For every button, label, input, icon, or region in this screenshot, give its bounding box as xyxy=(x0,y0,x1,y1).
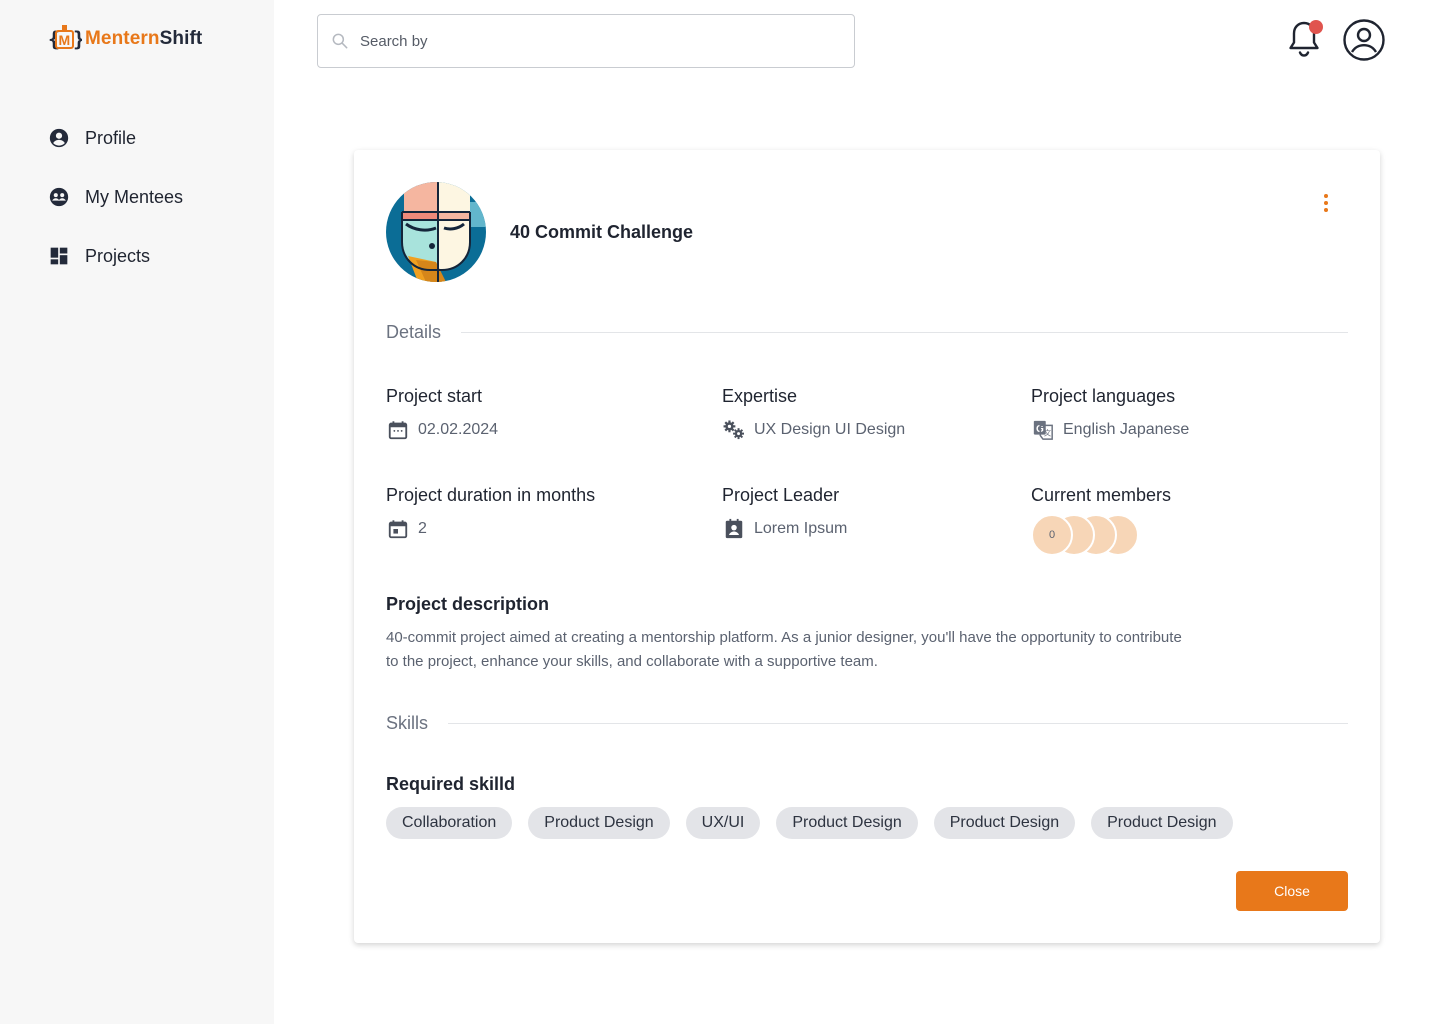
dashboard-icon xyxy=(48,245,70,267)
skills-section-header: Skills xyxy=(386,713,1348,734)
sidebar-item-profile[interactable]: Profile xyxy=(48,124,183,152)
divider xyxy=(448,723,1348,724)
field-project-start: Project start 02.02.2024 xyxy=(386,386,498,441)
sidebar-item-label: Profile xyxy=(85,127,137,148)
skill-chip: Product Design xyxy=(776,807,918,839)
account-circle-icon xyxy=(48,127,70,149)
field-label: Project duration in months xyxy=(386,485,596,505)
logo-mark-icon: { M } xyxy=(48,25,82,51)
search-icon xyxy=(332,33,348,49)
field-label: Expertise xyxy=(722,386,798,406)
gears-icon xyxy=(722,419,746,441)
logo[interactable]: { M } MenternShift xyxy=(48,24,202,54)
field-value: UX Design UI Design xyxy=(754,421,906,438)
search-input[interactable] xyxy=(360,32,840,50)
member-avatar: 0 xyxy=(1031,514,1073,556)
skill-chip: UX/UI xyxy=(685,807,761,839)
field-label: Project languages xyxy=(1031,386,1176,406)
project-title: 40 Commit Challenge xyxy=(510,222,694,242)
calendar-event-icon xyxy=(386,518,410,540)
project-description: 40-commit project aimed at creating a me… xyxy=(386,629,1182,670)
logo-text-part1: Mentern xyxy=(85,28,160,49)
svg-text:M: M xyxy=(59,32,71,48)
logo-text: MenternShift xyxy=(85,28,202,50)
calendar-icon xyxy=(386,419,410,441)
svg-text:}: } xyxy=(73,27,82,51)
sidebar-nav: Profile My Mentees Projects xyxy=(48,124,183,301)
more-vert-icon[interactable] xyxy=(1316,192,1336,214)
skill-chip: Product Design xyxy=(933,807,1076,839)
details-section-header: Details xyxy=(386,322,1348,343)
skills-heading: Skills xyxy=(386,713,429,733)
field-project-languages: Project languages G文 English Japanese xyxy=(1031,386,1189,441)
field-project-leader: Project Leader Lorem Ipsum xyxy=(722,485,847,540)
field-label: Project Leader xyxy=(722,485,840,505)
group-icon xyxy=(48,186,70,208)
sidebar-item-my-mentees[interactable]: My Mentees xyxy=(48,183,183,211)
member-avatars[interactable]: 0 xyxy=(1031,514,1171,556)
field-value: English Japanese xyxy=(1063,421,1190,438)
svg-text:文: 文 xyxy=(1044,429,1052,438)
translate-icon: G文 xyxy=(1031,419,1055,441)
logo-text-part2: Shift xyxy=(159,28,203,49)
field-value: Lorem Ipsum xyxy=(754,520,848,537)
divider xyxy=(461,332,1348,333)
sidebar-item-label: Projects xyxy=(85,245,151,266)
field-expertise: Expertise UX Design UI Design xyxy=(722,386,905,441)
user-circle-icon[interactable] xyxy=(1342,18,1386,62)
required-skills-label: Required skilld xyxy=(386,774,516,794)
skill-chip: Collaboration xyxy=(386,807,513,839)
skill-chip: Product Design xyxy=(1091,807,1233,839)
description-label: Project description xyxy=(386,594,550,614)
field-label: Project start xyxy=(386,386,483,406)
field-label: Current members xyxy=(1031,485,1172,505)
field-project-duration: Project duration in months 2 xyxy=(386,485,595,540)
sidebar-item-label: My Mentees xyxy=(85,186,184,207)
field-value: 02.02.2024 xyxy=(418,421,499,438)
project-avatar xyxy=(386,182,486,282)
sidebar: { M } MenternShift Profile My Mentees Pr… xyxy=(0,0,274,1024)
skill-chip: Product Design xyxy=(528,807,670,839)
field-value: 2 xyxy=(418,520,427,537)
search-bar xyxy=(317,14,855,68)
details-heading: Details xyxy=(386,322,442,342)
skill-chips: Collaboration Product Design UX/UI Produ… xyxy=(386,807,1233,839)
notification-dot xyxy=(1309,20,1323,34)
contact-icon xyxy=(722,518,746,540)
sidebar-item-projects[interactable]: Projects xyxy=(48,242,183,270)
project-card: 40 Commit Challenge Details Project star… xyxy=(354,150,1380,943)
close-button[interactable]: Close xyxy=(1236,871,1348,911)
field-current-members: Current members 0 xyxy=(1031,485,1171,556)
